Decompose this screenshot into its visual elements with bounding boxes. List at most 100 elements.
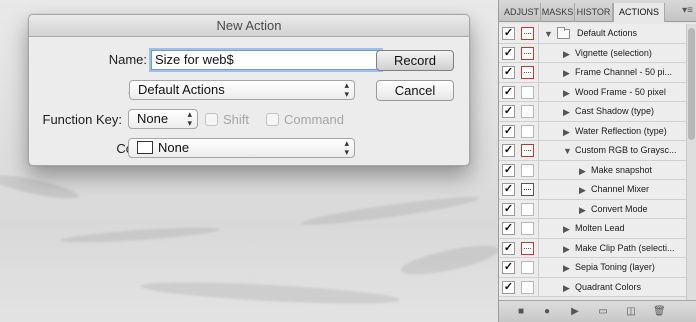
toggle-item-checkbox[interactable]: ✓ — [502, 144, 515, 157]
tab-adjustments[interactable]: ADJUST — [503, 3, 541, 22]
column-divider — [538, 180, 539, 199]
action-row[interactable]: ✓ ▶ Water Reflection (type) — [499, 121, 687, 141]
panel-menu-icon[interactable]: ▾≡ — [682, 5, 693, 16]
action-label: Convert Mode — [591, 203, 648, 214]
disclosure-closed-icon[interactable]: ▶ — [579, 204, 586, 216]
action-row[interactable]: ✓ ▶ Cast Shadow (type) — [499, 102, 687, 122]
action-row[interactable]: ✓ ▶ Sepia Toning (layer) — [499, 258, 687, 278]
stop-icon[interactable]: ■ — [515, 306, 527, 318]
action-row[interactable]: ✓ ▼ Default Actions — [499, 24, 687, 44]
chevron-updown-icon: ▴ ▾ — [187, 109, 192, 128]
disclosure-closed-icon[interactable]: ▶ — [563, 48, 570, 60]
toggle-dialog-icon[interactable] — [521, 66, 534, 79]
toggle-dialog-icon[interactable] — [521, 183, 534, 196]
tab-masks[interactable]: MASKS — [541, 3, 575, 22]
toggle-item-checkbox[interactable]: ✓ — [502, 66, 515, 79]
action-label: Molten Lead — [575, 223, 625, 233]
action-row[interactable]: ✓ ▶ Make Clip Path (selecti... — [499, 238, 687, 258]
toggle-dialog-icon[interactable] — [521, 163, 534, 177]
toggle-item-checkbox[interactable]: ✓ — [502, 27, 515, 40]
toggle-dialog-icon[interactable] — [521, 144, 534, 157]
disclosure-closed-icon[interactable]: ▶ — [563, 282, 570, 294]
disclosure-open-icon[interactable]: ▼ — [563, 145, 572, 157]
disclosure-closed-icon[interactable]: ▶ — [563, 126, 570, 138]
column-divider — [538, 258, 539, 277]
column-divider — [538, 63, 539, 82]
toggle-item-checkbox[interactable]: ✓ — [502, 202, 515, 216]
color-select-value: None — [158, 140, 190, 155]
disclosure-open-icon[interactable]: ▼ — [544, 28, 553, 40]
toggle-dialog-icon[interactable] — [521, 27, 534, 40]
toggle-dialog-icon[interactable] — [521, 202, 534, 216]
disclosure-closed-icon[interactable]: ▶ — [563, 87, 570, 99]
record-icon[interactable]: ● — [541, 306, 553, 318]
scroll-thumb[interactable] — [688, 28, 695, 140]
toggle-item-checkbox[interactable]: ✓ — [502, 280, 515, 294]
toggle-dialog-icon[interactable] — [521, 261, 534, 274]
toggle-dialog-icon[interactable] — [521, 280, 534, 294]
column-divider — [538, 277, 539, 296]
disclosure-closed-icon[interactable]: ▶ — [579, 165, 586, 177]
disclosure-closed-icon[interactable]: ▶ — [563, 67, 570, 79]
new-action-dialog: New Action Name: Size for web$ Set: Defa… — [28, 14, 470, 166]
cancel-button[interactable]: Cancel — [376, 80, 454, 101]
action-name-field[interactable]: Size for web$ — [151, 50, 381, 70]
trash-icon[interactable]: 🗑 — [653, 306, 666, 318]
action-row[interactable]: ✓ ▶ Convert Mode — [499, 199, 687, 219]
actions-scrollbar[interactable] — [686, 24, 696, 300]
disclosure-closed-icon[interactable]: ▶ — [563, 106, 570, 118]
play-icon[interactable]: ▶ — [569, 306, 581, 318]
panel-footer: ■ ● ▶ ▭ ◫ 🗑 — [499, 300, 696, 322]
tab-actions[interactable]: ACTIONS — [613, 3, 665, 22]
toggle-item-checkbox[interactable]: ✓ — [502, 222, 515, 235]
new-action-icon[interactable]: ◫ — [625, 306, 637, 318]
toggle-dialog-icon[interactable] — [521, 241, 534, 255]
action-label: Water Reflection (type) — [575, 125, 667, 136]
panel-tabbar: ADJUST MASKS HISTOR ACTIONS ▾≡ — [499, 0, 696, 22]
command-label: Command — [284, 112, 344, 127]
toggle-item-checkbox[interactable]: ✓ — [502, 124, 515, 138]
command-checkbox[interactable] — [266, 113, 279, 126]
action-row[interactable]: ✓ ▶ Molten Lead — [499, 219, 687, 239]
column-divider — [538, 24, 539, 43]
action-row[interactable]: ✓ ▶ Frame Channel - 50 pi... — [499, 63, 687, 83]
set-select[interactable]: Default Actions ▴ ▾ — [129, 80, 355, 100]
action-row[interactable]: ✓ ▶ Channel Mixer — [499, 180, 687, 200]
shift-label: Shift — [223, 112, 250, 127]
toggle-item-checkbox[interactable]: ✓ — [502, 183, 515, 196]
toggle-dialog-icon[interactable] — [521, 85, 534, 99]
new-set-icon[interactable]: ▭ — [597, 306, 609, 318]
shift-checkbox[interactable] — [205, 113, 218, 126]
action-row[interactable]: ✓ ▶ Wood Frame - 50 pixel — [499, 82, 687, 102]
action-row[interactable]: ✓ ▶ Quadrant Colors — [499, 277, 687, 297]
disclosure-closed-icon[interactable]: ▶ — [579, 184, 586, 196]
column-divider — [538, 199, 539, 218]
actions-panel: ADJUST MASKS HISTOR ACTIONS ▾≡ ✓ ▼ Default… — [498, 0, 696, 322]
folder-icon — [557, 27, 570, 39]
toggle-item-checkbox[interactable]: ✓ — [502, 85, 515, 99]
function-key-select[interactable]: None ▴ ▾ — [128, 109, 198, 129]
action-row[interactable]: ✓ ▶ Vignette (selection) — [499, 43, 687, 63]
toggle-item-checkbox[interactable]: ✓ — [502, 46, 515, 60]
actions-list: ✓ ▼ Default Actions ✓ ▶ Vignette (selection) ✓… — [499, 24, 687, 297]
color-select[interactable]: None ▴ ▾ — [128, 138, 355, 158]
toggle-item-checkbox[interactable]: ✓ — [502, 261, 515, 274]
toggle-dialog-icon[interactable] — [521, 124, 534, 138]
toggle-item-checkbox[interactable]: ✓ — [502, 163, 515, 177]
toggle-dialog-icon[interactable] — [521, 46, 534, 60]
action-row[interactable]: ✓ ▶ Make snapshot — [499, 160, 687, 180]
disclosure-closed-icon[interactable]: ▶ — [563, 223, 570, 235]
disclosure-closed-icon[interactable]: ▶ — [563, 243, 570, 255]
toggle-dialog-icon[interactable] — [521, 105, 534, 118]
column-divider — [538, 141, 539, 160]
toggle-item-checkbox[interactable]: ✓ — [502, 241, 515, 255]
action-label: Wood Frame - 50 pixel — [575, 86, 666, 97]
action-label: Quadrant Colors — [575, 281, 642, 292]
tab-history[interactable]: HISTOR — [575, 3, 613, 22]
action-row[interactable]: ✓ ▼ Custom RGB to Graysc... — [499, 141, 687, 161]
toggle-item-checkbox[interactable]: ✓ — [502, 105, 515, 118]
column-divider — [538, 238, 539, 257]
record-button[interactable]: Record — [376, 50, 454, 71]
disclosure-closed-icon[interactable]: ▶ — [563, 262, 570, 274]
toggle-dialog-icon[interactable] — [521, 222, 534, 235]
